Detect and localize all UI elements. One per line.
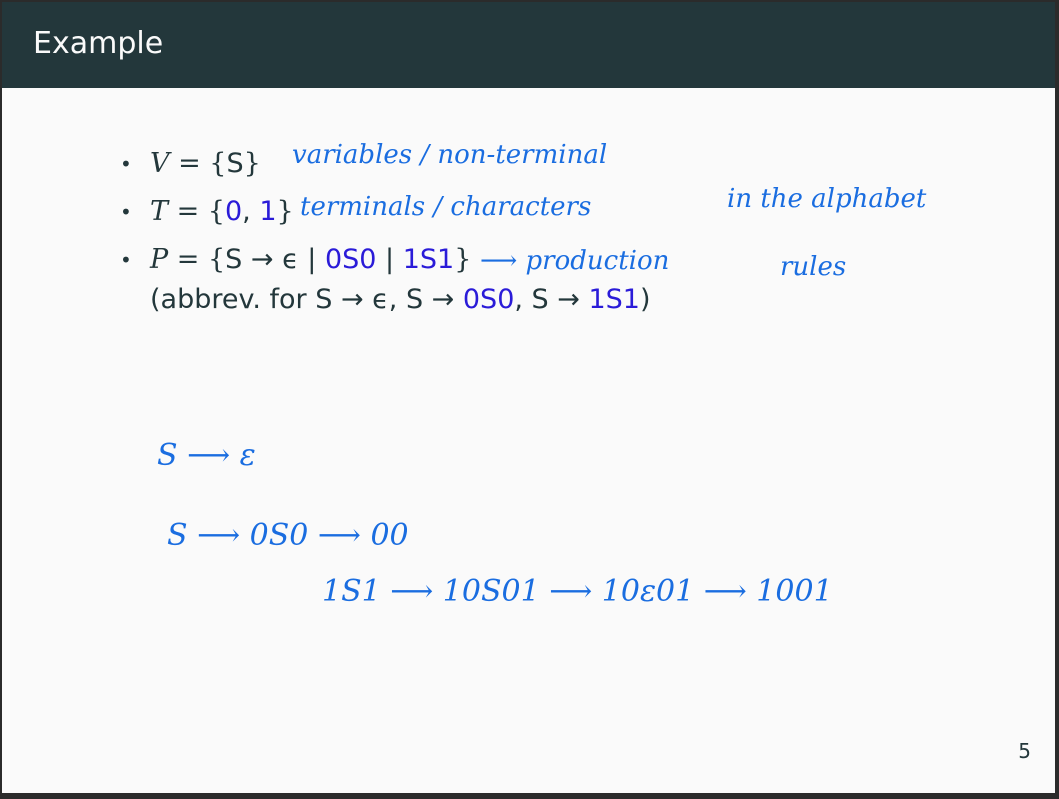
derivation-3: 1S1 ⟶ 10S01 ⟶ 10ε01 ⟶ 1001 bbox=[322, 574, 833, 609]
text: , S → bbox=[514, 284, 589, 315]
slide: Example • V = {S} • T = {0, 1} • P = {S … bbox=[2, 2, 1055, 793]
math-text: } bbox=[454, 244, 472, 275]
slide-header: Example bbox=[2, 2, 1055, 88]
text: (abbrev. for bbox=[150, 284, 316, 315]
annotation-alphabet: in the alphabet bbox=[727, 184, 927, 214]
annotation-rules: rules bbox=[780, 252, 847, 282]
math-text: } bbox=[243, 148, 261, 179]
rule-1S1: 1S1 bbox=[588, 284, 640, 315]
bullet-dot: • bbox=[120, 248, 132, 272]
rule-0S0: 0S0 bbox=[324, 244, 377, 275]
math-text: | bbox=[376, 244, 403, 275]
bullet-dot: • bbox=[120, 200, 132, 224]
derivation-1: S ⟶ ε bbox=[157, 438, 256, 473]
math-text: , bbox=[242, 196, 260, 227]
math-symbol: T bbox=[150, 196, 169, 227]
slide-title: Example bbox=[33, 26, 164, 61]
terminal-1: 1 bbox=[259, 196, 277, 227]
math-text: S bbox=[225, 244, 243, 275]
page-number: 5 bbox=[1018, 739, 1031, 763]
math-text: → ϵ | bbox=[242, 244, 325, 275]
text: S → ϵ, S → bbox=[315, 284, 463, 315]
rule-1S1: 1S1 bbox=[402, 244, 455, 275]
math-text: S bbox=[226, 148, 244, 179]
derivation-2: S ⟶ 0S0 ⟶ 00 bbox=[167, 518, 409, 553]
annotation-variables: variables / non-terminal bbox=[292, 140, 608, 170]
bullet-dot: • bbox=[120, 152, 132, 176]
math-text: = { bbox=[168, 244, 226, 275]
math-text: = { bbox=[169, 148, 227, 179]
math-text: } bbox=[276, 196, 294, 227]
rule-0S0: 0S0 bbox=[462, 284, 515, 315]
math-symbol: V bbox=[150, 148, 170, 179]
annotation-production: ⟶ production bbox=[480, 246, 670, 276]
text: ) bbox=[639, 284, 651, 315]
annotation-terminals: terminals / characters bbox=[300, 192, 592, 222]
math-symbol: P bbox=[150, 244, 169, 275]
terminal-0: 0 bbox=[224, 196, 243, 227]
math-text: = { bbox=[168, 196, 225, 227]
